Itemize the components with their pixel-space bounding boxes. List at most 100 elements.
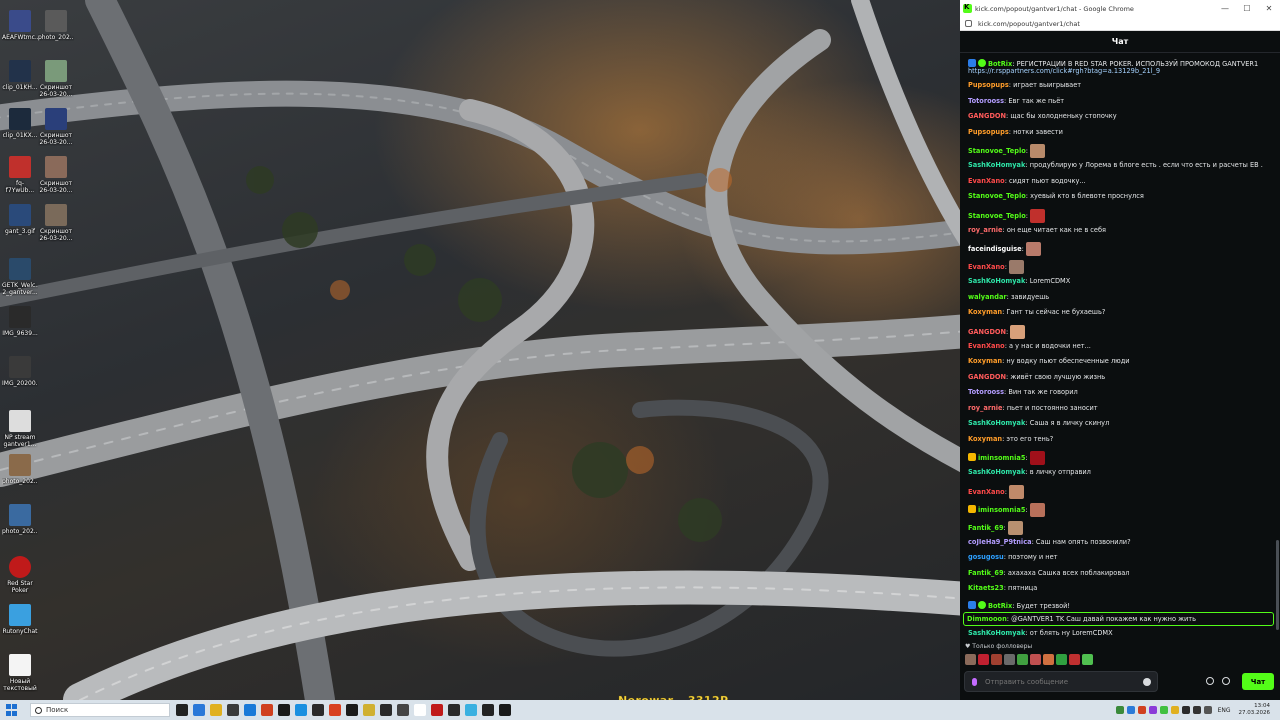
start-windows-icon[interactable] <box>6 704 22 716</box>
address-bar[interactable]: kick.com/popout/gantver1/chat <box>960 17 1280 31</box>
pinned-app-icon[interactable] <box>346 704 358 716</box>
chat-username[interactable]: BotRix <box>988 602 1012 610</box>
tray-app-icon[interactable] <box>1203 706 1212 714</box>
chat-username[interactable]: GANGDON <box>968 328 1006 336</box>
pinned-app-icon[interactable] <box>193 704 205 716</box>
desktop-icon-app[interactable]: RutonyChat <box>2 604 38 635</box>
desktop-icon-file[interactable]: Новый текстовый ... <box>2 654 38 692</box>
chat-username[interactable]: roy_arnie <box>968 226 1003 234</box>
chat-username[interactable]: Fantik_69 <box>968 569 1004 577</box>
desktop-icon-file[interactable]: Скриншот 26-03-20... <box>38 156 74 194</box>
tray-app-icon[interactable] <box>1159 706 1168 714</box>
desktop-icon-file[interactable]: clip_01KX... <box>2 108 38 139</box>
chat-link[interactable]: https://r.rsppartners.com/click#rgh?btag… <box>968 67 1160 75</box>
chat-username[interactable]: Fantik_69 <box>968 524 1004 532</box>
quick-emote-icon[interactable] <box>1043 654 1054 665</box>
chat-message-list[interactable]: BotRix: РЕГИСТРАЦИИ В RED STAR POKER. ИС… <box>960 55 1280 639</box>
taskbar-search-box[interactable]: Поиск <box>30 703 170 717</box>
quick-emote-icon[interactable] <box>1004 654 1015 665</box>
chat-username[interactable]: Stanovoe_Teplo <box>968 192 1026 200</box>
chat-username[interactable]: roy_arnie <box>968 404 1003 412</box>
chat-username[interactable]: Koxyman <box>968 357 1002 365</box>
pinned-app-icon[interactable] <box>465 704 477 716</box>
chat-username[interactable]: walyandar <box>968 293 1007 301</box>
desktop-icon-file[interactable]: Скриншот 26-03-20... <box>38 204 74 242</box>
chat-username[interactable]: Pupsopups <box>968 128 1009 136</box>
desktop-icon-file[interactable]: clip_01KH... <box>2 60 38 91</box>
emoji-picker-icon[interactable] <box>1143 677 1151 686</box>
desktop-icon-app[interactable]: Red Star Poker <box>2 556 38 594</box>
chat-message-input[interactable] <box>984 677 1144 686</box>
chat-username[interactable]: SashKoHomyak <box>968 629 1025 637</box>
tray-app-icon[interactable] <box>1126 706 1135 714</box>
window-titlebar[interactable]: kick.com/popout/gantver1/chat - Google C… <box>960 0 1280 17</box>
chat-username[interactable]: SashKoHomyak <box>968 419 1025 427</box>
close-button[interactable]: ✕ <box>1258 4 1280 13</box>
chat-username[interactable]: Koxyman <box>968 435 1002 443</box>
chat-username[interactable]: gosugosu <box>968 553 1004 561</box>
chat-username[interactable]: coJIeHa9_P9tnica <box>968 538 1032 546</box>
send-chat-button[interactable]: Чат <box>1242 673 1274 690</box>
quick-emote-icon[interactable] <box>978 654 989 665</box>
chat-username[interactable]: EvanXano <box>968 488 1005 496</box>
quick-emote-icon[interactable] <box>1082 654 1093 665</box>
tray-app-icon[interactable] <box>1115 706 1124 714</box>
quick-emote-icon[interactable] <box>1017 654 1028 665</box>
tray-app-icon[interactable] <box>1170 706 1179 714</box>
chat-username[interactable]: SashKoHomyak <box>968 277 1025 285</box>
microphone-icon[interactable] <box>972 677 977 686</box>
tray-app-icon[interactable] <box>1137 706 1146 714</box>
chat-username[interactable]: GANGDON <box>968 112 1006 120</box>
desktop-icon-file[interactable]: gant_3.gif <box>2 204 38 235</box>
pinned-app-icon[interactable] <box>261 704 273 716</box>
pinned-app-icon[interactable] <box>295 704 307 716</box>
chat-username[interactable]: EvanXano <box>968 342 1005 350</box>
chat-username[interactable]: Dimmooon <box>967 615 1007 623</box>
maximize-button[interactable]: ☐ <box>1236 4 1258 13</box>
chat-username[interactable]: Totorooss <box>968 97 1004 105</box>
pinned-app-icon[interactable] <box>448 704 460 716</box>
address-url[interactable]: kick.com/popout/gantver1/chat <box>978 20 1080 28</box>
chat-username[interactable]: Stanovoe_Teplo <box>968 147 1026 155</box>
desktop-icon-file[interactable]: AEAFWtmc... <box>2 10 38 41</box>
desktop-icon-file[interactable]: NP stream gantver1... <box>2 410 38 448</box>
pinned-app-icon[interactable] <box>363 704 375 716</box>
minimize-button[interactable]: — <box>1214 4 1236 13</box>
desktop-icon-file[interactable]: fq-f7YwUb... <box>2 156 38 194</box>
pinned-app-icon[interactable] <box>312 704 324 716</box>
chat-username[interactable]: Stanovoe_Teplo <box>968 212 1026 220</box>
pinned-app-icon[interactable] <box>482 704 494 716</box>
quick-emote-icon[interactable] <box>965 654 976 665</box>
pinned-app-icon[interactable] <box>244 704 256 716</box>
quick-emote-icon[interactable] <box>1030 654 1041 665</box>
chat-username[interactable]: Totorooss <box>968 388 1004 396</box>
tray-app-icon[interactable] <box>1148 706 1157 714</box>
chat-username[interactable]: SashKoHomyak <box>968 468 1025 476</box>
chat-username[interactable]: Pupsopups <box>968 81 1009 89</box>
chat-username[interactable]: Koxyman <box>968 308 1002 316</box>
chat-username[interactable]: Kitaets23 <box>968 584 1004 592</box>
pinned-app-icon[interactable] <box>397 704 409 716</box>
pinned-app-icon[interactable] <box>414 704 426 716</box>
pinned-app-icon[interactable] <box>499 704 511 716</box>
desktop-icon-file[interactable]: photo_202... <box>2 454 38 485</box>
desktop-icon-file[interactable]: GETK_Welc... 2_gantver... <box>2 258 38 296</box>
language-indicator[interactable]: ENG <box>1218 707 1231 714</box>
pinned-app-icon[interactable] <box>227 704 239 716</box>
pinned-app-icon[interactable] <box>176 704 188 716</box>
tray-app-icon[interactable] <box>1192 706 1201 714</box>
pinned-app-icon[interactable] <box>380 704 392 716</box>
desktop-icon-file[interactable]: photo_202... <box>2 504 38 535</box>
chat-username[interactable]: faceindisguise <box>968 245 1022 253</box>
quick-emote-icon[interactable] <box>1056 654 1067 665</box>
chat-username[interactable]: EvanXano <box>968 263 1005 271</box>
quick-emote-icon[interactable] <box>991 654 1002 665</box>
chat-input-container[interactable] <box>964 671 1158 692</box>
pinned-app-icon[interactable] <box>278 704 290 716</box>
desktop-icon-file[interactable]: Скриншот 26-03-20... <box>38 108 74 146</box>
pinned-app-icon[interactable] <box>329 704 341 716</box>
pinned-app-icon[interactable] <box>210 704 222 716</box>
site-info-icon[interactable] <box>965 20 972 27</box>
pinned-app-icon[interactable] <box>431 704 443 716</box>
tray-app-icon[interactable] <box>1181 706 1190 714</box>
